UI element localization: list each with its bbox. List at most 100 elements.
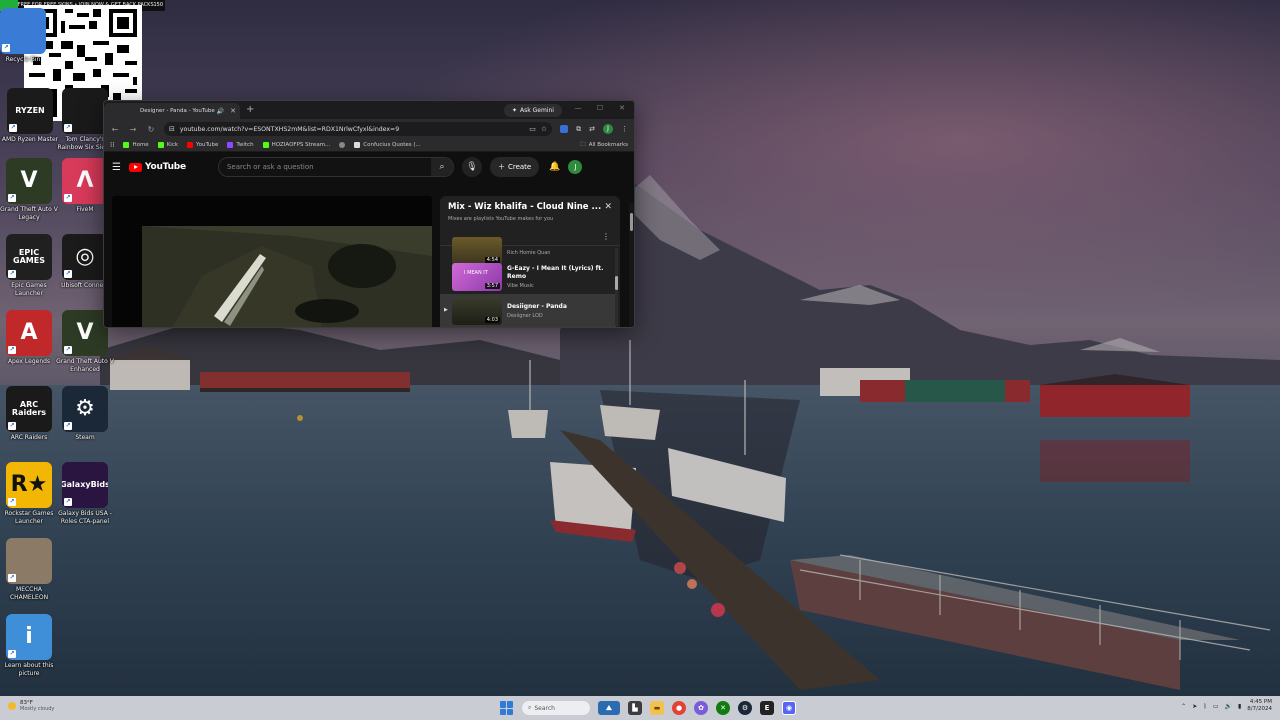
new-tab-button[interactable]: +: [246, 103, 254, 117]
create-button[interactable]: ＋ Create: [489, 157, 540, 177]
bookmark-star-icon[interactable]: ☆: [541, 125, 547, 133]
rainbow-six-siege-icon[interactable]: ↗: [62, 88, 108, 134]
extensions-puzzle-icon[interactable]: ⧉: [576, 125, 581, 134]
desktop-icon[interactable]: EPIC GAMES ↗ Epic Games Launcher: [0, 234, 58, 297]
bluetooth-icon[interactable]: ᛒ: [1203, 703, 1207, 710]
recycle-bin-icon[interactable]: ↗: [0, 8, 46, 54]
battery-icon[interactable]: ▮: [1238, 703, 1241, 710]
browser-menu-icon[interactable]: ⋮: [621, 125, 628, 133]
youtube-search-box[interactable]: Search or ask a question ⌕: [217, 157, 454, 177]
file-explorer-icon[interactable]: ▬: [650, 701, 664, 715]
playlist-item-meta: Rich Homie Quan: [507, 247, 613, 256]
extension-icon[interactable]: [560, 125, 569, 133]
desktop-icon[interactable]: V ↗ Grand Theft Auto V Legacy: [0, 158, 58, 221]
bookmark-twitch[interactable]: Twitch: [227, 142, 254, 148]
steam-taskbar-icon[interactable]: ⚙: [738, 701, 752, 715]
tab-youtube[interactable]: Designer - Panda - YouTube 🔊 ✕: [104, 103, 240, 119]
site-info-icon[interactable]: ⊟: [169, 125, 175, 133]
bookmark-home[interactable]: Home: [123, 142, 149, 148]
bookmark-globe[interactable]: [339, 142, 346, 148]
discord-icon[interactable]: ◉: [782, 701, 796, 715]
desktop-icon[interactable]: A ↗ Apex Legends: [0, 310, 58, 366]
fivem-icon[interactable]: Λ ↗: [62, 158, 108, 204]
profile-avatar[interactable]: J: [603, 124, 613, 134]
taskbar-search[interactable]: ⌕ Search: [522, 701, 590, 715]
ubisoft-connect-icon[interactable]: ◎ ↗: [62, 234, 108, 280]
youtube-avatar[interactable]: J: [568, 160, 583, 174]
hamburger-menu-icon[interactable]: ☰: [112, 162, 121, 173]
desktop-icon[interactable]: ↗ MECCHA CHAMELEON: [0, 538, 58, 601]
learn-about-picture-icon[interactable]: i ↗: [6, 614, 52, 660]
minimize-button[interactable]: —: [572, 104, 584, 112]
meccha-chameleon-icon[interactable]: ↗: [6, 538, 52, 584]
apps-grid-icon[interactable]: ⁞⁞: [110, 141, 114, 149]
gta-v-legacy-icon[interactable]: V ↗: [6, 158, 52, 204]
scrollbar-thumb[interactable]: [615, 276, 618, 290]
volume-icon[interactable]: 🔊: [1225, 703, 1232, 710]
apex-legends-icon[interactable]: A ↗: [6, 310, 52, 356]
microphone-icon[interactable]: 🎙: [461, 157, 482, 177]
close-icon[interactable]: ✕: [604, 202, 612, 212]
search-icon[interactable]: ⌕: [430, 158, 453, 176]
desktop-icon[interactable]: R★ ↗ Rockstar Games Launcher: [0, 462, 58, 525]
youtube-logo[interactable]: YouTube: [128, 162, 186, 172]
cast-icon[interactable]: ▭: [529, 125, 536, 133]
desktop-icon[interactable]: ⚙ ↗ Steam: [56, 386, 114, 442]
playlist-item-current[interactable]: ▶ 4:03 Desiigner - Panda Desiigner LOD: [440, 294, 616, 327]
notifications-bell-icon[interactable]: 🔔: [549, 162, 560, 172]
arc-raiders-icon[interactable]: ARC Raiders ↗: [6, 386, 52, 432]
video-player[interactable]: [112, 196, 432, 327]
gta-v-enhanced-icon[interactable]: V ↗: [62, 310, 108, 356]
speaker-icon[interactable]: 🔊: [217, 108, 224, 115]
widgets-icon[interactable]: ⛰: [598, 701, 620, 715]
ask-gemini-button[interactable]: ✦ Ask Gemini: [504, 104, 562, 117]
chevron-up-icon[interactable]: ⌃: [1181, 703, 1186, 710]
clock[interactable]: 4:45 PM 8/7/2024: [1247, 699, 1272, 713]
bookmark-youtube[interactable]: YouTube: [187, 142, 218, 148]
xbox-icon[interactable]: ✕: [716, 701, 730, 715]
desktop-icon[interactable]: ↗ Recycle Bin: [0, 8, 52, 64]
split-view-icon[interactable]: ⇄: [589, 125, 595, 133]
kick-favicon-icon: [262, 142, 269, 148]
bookmark-confucius[interactable]: Confucius Quotes (...: [354, 142, 421, 148]
address-bar[interactable]: ⊟ youtube.com/watch?v=ESONTXHS2mM&list=R…: [164, 122, 553, 136]
start-windows-icon[interactable]: [500, 701, 514, 715]
browser-window[interactable]: Designer - Panda - YouTube 🔊 ✕ + ✦ Ask G…: [103, 100, 635, 328]
page-scrollbar[interactable]: [629, 203, 634, 327]
epic-games-icon[interactable]: EPIC GAMES ↗: [6, 234, 52, 280]
desktop-icon[interactable]: ARC Raiders ↗ ARC Raiders: [0, 386, 58, 442]
desktop-icon-label: Steam: [75, 434, 95, 441]
task-view-icon[interactable]: ▙: [628, 701, 642, 715]
chrome-icon[interactable]: ●: [672, 701, 686, 715]
desktop-icon[interactable]: GalaxyBids ↗ Galaxy Bids USA - Roles CTA-p…: [56, 462, 114, 525]
steam-icon[interactable]: ⚙ ↗: [62, 386, 108, 432]
desktop-icon[interactable]: i ↗ Learn about this picture: [0, 614, 58, 677]
scrollbar-thumb[interactable]: [630, 213, 633, 231]
search-input[interactable]: Search or ask a question: [219, 163, 431, 171]
maximize-button[interactable]: ☐: [594, 104, 606, 112]
location-icon[interactable]: ➤: [1192, 703, 1197, 710]
tab-close-icon[interactable]: ✕: [230, 107, 236, 115]
desktop-icon[interactable]: RYZEN ↗ AMD Ryzen Master: [1, 88, 59, 144]
bookmark-stream[interactable]: HOZIAOFPS Stream...: [262, 142, 330, 148]
bookmark-kick[interactable]: Kick: [157, 142, 178, 148]
playlist-title[interactable]: Mix - Wiz khalifa - Cloud Nine ...: [448, 202, 612, 212]
forward-arrow-icon[interactable]: →: [128, 125, 138, 134]
close-window-button[interactable]: ✕: [616, 104, 628, 112]
playlist-item[interactable]: I MEAN IT 3:57 G-Eazy - I Mean It (Lyric…: [440, 260, 616, 294]
amd-ryzen-master-icon[interactable]: RYZEN ↗: [7, 88, 53, 134]
back-arrow-icon[interactable]: ←: [110, 125, 120, 134]
reload-icon[interactable]: ↻: [146, 125, 156, 134]
playlist-scrollbar[interactable]: [615, 248, 618, 326]
desktop-icon-label: Epic Games Launcher: [11, 282, 47, 297]
weather-widget[interactable]: 83°F Mostly cloudy: [8, 700, 54, 712]
desktop-icon-label: ARC Raiders: [10, 434, 48, 441]
rockstar-launcher-icon[interactable]: R★ ↗: [6, 462, 52, 508]
galaxy-bids-icon[interactable]: GalaxyBids ↗: [62, 462, 108, 508]
url-text[interactable]: youtube.com/watch?v=ESONTXHS2mM&list=RDX…: [180, 126, 524, 133]
copilot-icon[interactable]: ✿: [694, 701, 708, 715]
all-bookmarks-button[interactable]: 🗀 All Bookmarks: [580, 141, 628, 150]
bookmark-label: YouTube: [196, 142, 219, 148]
epic-games-taskbar-icon[interactable]: E: [760, 701, 774, 715]
network-icon[interactable]: ▭: [1213, 703, 1219, 710]
